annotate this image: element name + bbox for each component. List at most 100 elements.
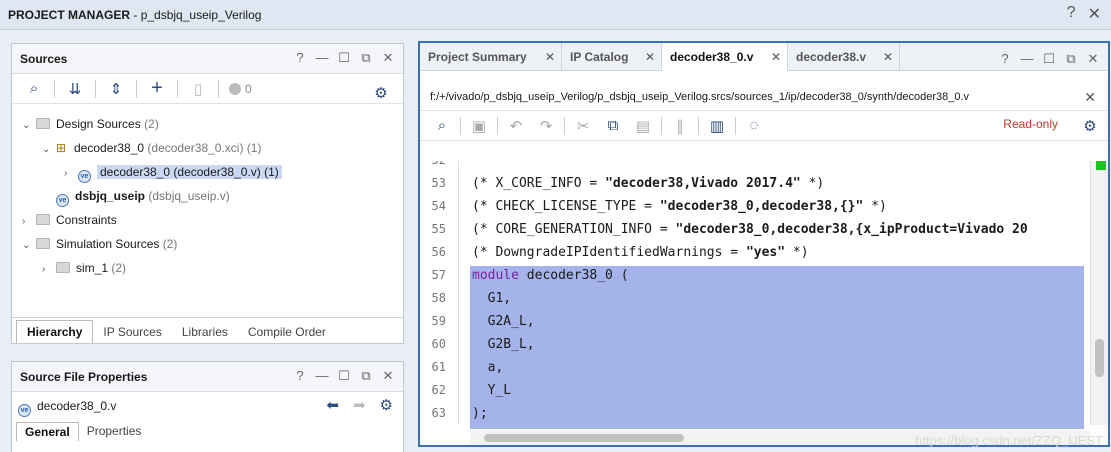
verilog-file-icon: ve [18,404,31,417]
status-badge: 0 [229,82,252,96]
undo-icon[interactable]: ↶ [502,114,530,138]
gear-icon[interactable]: ⚙ [1076,114,1104,138]
folder-icon [56,262,70,273]
tab-decoder38-v[interactable]: decoder38.v ✕ [788,43,900,71]
help-icon[interactable]: ? [998,51,1012,67]
collapse-all-icon[interactable]: ⇊ [61,77,89,101]
tab-compile-order[interactable]: Compile Order [238,321,336,343]
file-name: ve decoder38_0.v [18,399,116,417]
cut-icon[interactable]: ✂ [569,114,597,138]
lightbulb-icon[interactable]: ◌ [740,114,768,138]
columns-icon[interactable]: ▥ [703,114,731,138]
source-file-properties-panel: Source File Properties ? — ☐ ⧉ ✕ ve decod… [11,361,404,452]
tab-ip-catalog[interactable]: IP Catalog ✕ [562,43,662,71]
close-icon[interactable]: ✕ [1084,83,1096,111]
help-icon[interactable]: ? [293,368,307,384]
folder-icon [36,118,50,129]
folder-icon [36,214,50,225]
code-line: 61 a, [431,360,504,375]
close-icon[interactable]: ✕ [1088,4,1101,24]
tree-item-dsbjq-useip[interactable]: ve dsbjq_useip (dsbjq_useip.v) [42,185,230,207]
code-line: 62 Y_L [431,383,512,398]
close-icon[interactable]: ✕ [1086,51,1100,67]
maximize-icon[interactable]: ☐ [1042,51,1056,67]
tree-item-sim-1[interactable]: › sim_1 (2) [42,257,126,279]
help-icon[interactable]: ? [293,50,307,66]
chevron-down-icon[interactable]: ⌄ [42,139,56,161]
status-marker [1096,161,1106,170]
code-line: 63); [431,406,488,421]
copy-icon[interactable]: ⧉ [599,114,627,138]
tree-item-decoder38-v[interactable]: › ve decoder38_0 (decoder38_0.v) (1) [64,161,282,183]
tree-item-design-sources[interactable]: ⌄ Design Sources (2) [22,113,159,135]
window-title: PROJECT MANAGER - p_dsbjq_useip_Verilog [8,8,262,22]
forward-arrow-icon[interactable]: ➡ [353,396,366,414]
tree-item-constraints[interactable]: › Constraints [22,209,117,231]
watermark: https://blog.csdn.net/ZZQ_UEST [915,433,1103,448]
unknown-file-icon[interactable]: ▯ [184,77,212,101]
tree-item-simulation-sources[interactable]: ⌄ Simulation Sources (2) [22,233,177,255]
tab-project-summary[interactable]: Project Summary ✕ [420,43,562,71]
save-icon[interactable]: ▣ [465,114,493,138]
ip-icon: ⊞ [56,141,67,155]
chevron-right-icon[interactable]: › [22,211,36,233]
minimize-icon[interactable]: — [315,50,329,66]
redo-icon[interactable]: ↷ [532,114,560,138]
read-only-badge: Read-only [1003,117,1058,131]
back-arrow-icon[interactable]: ⬅ [326,396,339,414]
float-icon[interactable]: ⧉ [1064,51,1078,67]
code-line: 57 module decoder38_0 ( [431,268,629,283]
chevron-right-icon[interactable]: › [64,163,78,185]
folder-icon [36,238,50,249]
tab-ip-sources[interactable]: IP Sources [93,321,171,343]
close-icon[interactable]: ✕ [381,50,395,66]
add-icon[interactable]: + [143,77,171,101]
help-icon[interactable]: ? [1067,4,1076,24]
close-icon[interactable]: ✕ [645,43,655,71]
code-line: 56 (* DowngradeIPIdentifiedWarnings = "ye… [431,245,809,260]
code-line: 58 G1, [431,291,512,306]
code-line: 54 (* CHECK_LICENSE_TYPE = "decoder38_0,d… [431,199,887,214]
verilog-top-icon: ve [56,194,69,207]
code-line: 59 G2A_L, [431,314,535,329]
sources-panel: Sources ? — ☐ ⧉ ✕ ⌕ ⇊ ⇕ + ▯ 0 ⚙ ⌄ Design … [11,43,404,344]
search-icon[interactable]: ⌕ [428,114,456,138]
close-icon[interactable]: ✕ [381,368,395,384]
close-icon[interactable]: ✕ [883,43,893,71]
code-line: 60 G2B_L, [431,337,535,352]
code-line: 52 [420,161,1082,172]
comment-icon[interactable]: ∥ [666,114,694,138]
gear-icon[interactable]: ⚙ [380,396,393,414]
chevron-down-icon[interactable]: ⌄ [22,115,36,137]
maximize-icon[interactable]: ☐ [337,368,351,384]
code-editor[interactable]: 52 53(* X_CORE_INFO = "decoder38,Vivado … [420,161,1108,445]
float-icon[interactable]: ⧉ [359,368,373,384]
chevron-right-icon[interactable]: › [42,259,56,281]
tab-properties[interactable]: Properties [79,422,150,441]
close-icon[interactable]: ✕ [771,43,781,71]
panel-title: Source File Properties [20,370,148,384]
code-line: 55 (* CORE_GENERATION_INFO = "decoder38_0… [431,222,1028,237]
panel-title: Sources [20,52,68,66]
expand-all-icon[interactable]: ⇕ [102,77,130,101]
editor-panel: Project Summary ✕ IP Catalog ✕ decoder38_0… [418,41,1110,447]
tree-item-decoder38-xci[interactable]: ⌄ ⊞ decoder38_0 (decoder38_0.xci) (1) [42,137,261,159]
code-line: 53 (* X_CORE_INFO = "decoder38,Vivado 201… [431,176,825,191]
maximize-icon[interactable]: ☐ [337,50,351,66]
gear-icon[interactable]: ⚙ [367,81,395,105]
tab-hierarchy[interactable]: Hierarchy [16,320,94,343]
tab-general[interactable]: General [16,422,79,441]
paste-icon[interactable]: ▤ [629,114,657,138]
chevron-down-icon[interactable]: ⌄ [22,235,36,257]
verilog-file-icon: ve [78,170,91,183]
close-icon[interactable]: ✕ [545,43,555,71]
minimize-icon[interactable]: — [315,368,329,384]
file-path: f:/+/vivado/p_dsbjq_useip_Verilog/p_dsbj… [420,83,1108,111]
minimize-icon[interactable]: — [1020,51,1034,67]
title-bar: PROJECT MANAGER - p_dsbjq_useip_Verilog … [0,0,1111,30]
vertical-scrollbar[interactable] [1090,161,1108,425]
tab-decoder38-0-v[interactable]: decoder38_0.v ✕ [662,43,788,71]
tab-libraries[interactable]: Libraries [172,321,238,343]
float-icon[interactable]: ⧉ [359,50,373,66]
search-icon[interactable]: ⌕ [20,77,48,101]
